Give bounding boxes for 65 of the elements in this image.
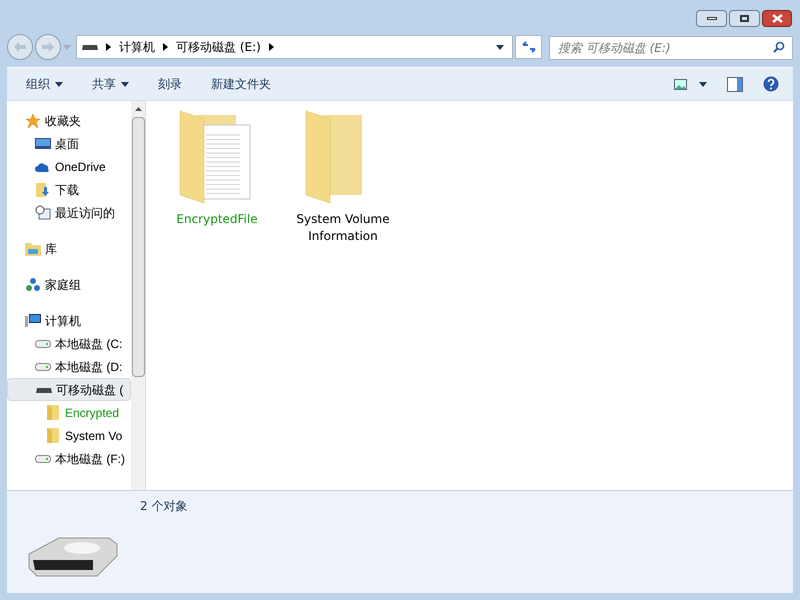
nav-item[interactable]: System Vo (7, 424, 131, 447)
change-view-button[interactable] (674, 78, 707, 90)
chevron-right-icon[interactable] (268, 43, 274, 51)
nav-item[interactable]: 家庭组 (7, 273, 131, 296)
toolbar-button[interactable]: 组织 (26, 75, 63, 93)
download-folder-icon (36, 182, 50, 198)
hard-drive-icon (35, 362, 51, 372)
scroll-up-icon[interactable] (134, 107, 142, 111)
nav-item[interactable]: 本地磁盘 (D: (7, 355, 131, 378)
computer-icon (25, 313, 41, 328)
refresh-button[interactable] (515, 35, 542, 59)
help-icon (763, 76, 779, 92)
help-button[interactable] (763, 76, 779, 92)
nav-item[interactable]: Encrypted (7, 401, 131, 424)
nav-item[interactable]: 本地磁盘 (F:) (7, 447, 131, 470)
toolbar-button[interactable]: 刻录 (158, 75, 182, 93)
dropdown-arrow-icon (121, 82, 129, 86)
dropdown-arrow-icon (699, 82, 707, 86)
breadcrumb-item[interactable]: 可移动磁盘 (E:) (176, 38, 261, 56)
folder-icon (47, 405, 59, 420)
item-count: 2 个对象 (140, 498, 188, 515)
cloud-icon (35, 160, 51, 172)
folder-icon (47, 428, 59, 443)
removable-drive-icon (36, 386, 52, 394)
library-folder-icon (25, 242, 41, 256)
homegroup-icon (25, 276, 41, 292)
close-button[interactable] (762, 10, 792, 27)
file-name[interactable]: System Volume Information (294, 211, 392, 245)
chevron-right-icon[interactable] (163, 43, 168, 51)
dropdown-arrow-icon (55, 82, 63, 86)
nav-item[interactable]: 计算机 (7, 309, 131, 332)
removable-drive-icon (82, 44, 98, 50)
star-icon (25, 112, 41, 128)
back-arrow-icon (13, 41, 27, 53)
minimize-button[interactable] (696, 10, 727, 27)
dropdown-arrow-icon (496, 44, 504, 50)
pane-icon (727, 76, 743, 92)
nav-item[interactable]: 本地磁盘 (C: (7, 332, 131, 355)
nav-item[interactable]: OneDrive (7, 155, 131, 178)
toolbar-button[interactable]: 新建文件夹 (211, 75, 271, 93)
nav-item[interactable]: 最近访问的 (7, 201, 131, 224)
chevron-right-icon[interactable] (106, 43, 111, 51)
file-name[interactable]: EncryptedFile (176, 211, 258, 228)
search-icon (773, 40, 785, 52)
search-field[interactable]: 搜索 可移动磁盘 (E:) (549, 36, 793, 60)
picture-icon (674, 78, 687, 90)
preview-pane-button[interactable] (727, 76, 743, 92)
refresh-icon (522, 41, 536, 53)
hard-drive-icon (35, 454, 51, 464)
toolbar-button[interactable]: 共享 (92, 75, 129, 93)
forward-arrow-icon (41, 41, 55, 53)
nav-item[interactable]: 库 (7, 237, 131, 260)
monitor-icon (35, 136, 51, 150)
nav-item[interactable]: 下载 (7, 178, 131, 201)
close-icon (772, 14, 782, 23)
maximize-button[interactable] (729, 10, 760, 27)
scrollbar[interactable] (131, 101, 146, 490)
scrollbar-thumb[interactable] (132, 117, 144, 377)
nav-item[interactable]: 收藏夹 (7, 109, 131, 132)
nav-item[interactable]: 桌面 (7, 132, 131, 155)
hard-drive-icon (35, 338, 51, 348)
recent-places-icon (35, 204, 51, 220)
address-bar[interactable]: 计算机 可移动磁盘 (E:) (76, 35, 513, 59)
breadcrumb-item[interactable]: 计算机 (119, 38, 155, 56)
nav-item[interactable]: 可移动磁盘 ( (7, 378, 131, 401)
